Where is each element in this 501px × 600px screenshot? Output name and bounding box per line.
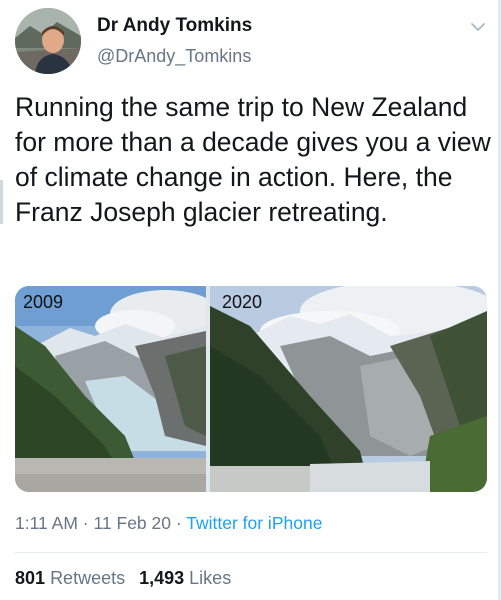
retweets-count: 801 xyxy=(15,568,46,588)
likes-count: 1,493 xyxy=(139,568,185,588)
glacier-photo-2020[interactable]: 2020 xyxy=(210,286,487,492)
author-handle[interactable]: @DrAndy_Tomkins xyxy=(97,46,251,67)
photo-year-label-2020: 2020 xyxy=(222,292,263,312)
glacier-2009-image xyxy=(15,286,206,492)
avatar[interactable] xyxy=(15,8,81,74)
tweet-media[interactable]: 2009 2020 xyxy=(15,286,487,492)
retweets-label: Retweets xyxy=(50,568,126,588)
tweet-time[interactable]: 1:11 AM xyxy=(15,513,78,533)
tweet-meta: 1:11 AM · 11 Feb 20 · Twitter for iPhone xyxy=(15,513,322,534)
likes-stat[interactable]: 1,493 Likes xyxy=(139,568,231,588)
glacier-photo-2009[interactable]: 2009 xyxy=(15,286,206,492)
tweet-header: Dr Andy Tomkins @DrAndy_Tomkins xyxy=(15,8,487,74)
tweet-text: Running the same trip to New Zealand for… xyxy=(15,92,491,227)
glacier-2020-image xyxy=(210,286,487,492)
chevron-down-icon[interactable] xyxy=(469,18,487,36)
tweet-stats: 801 Retweets 1,493 Likes xyxy=(15,568,231,589)
meta-separator: · xyxy=(77,513,94,533)
photo-year-label-2009: 2009 xyxy=(23,292,64,312)
author-name[interactable]: Dr Andy Tomkins xyxy=(97,15,252,37)
retweets-stat[interactable]: 801 Retweets xyxy=(15,568,125,588)
divider xyxy=(15,552,487,553)
tweet-date[interactable]: 11 Feb 20 xyxy=(93,513,171,533)
left-edge-bar xyxy=(0,180,3,224)
meta-separator: · xyxy=(171,513,187,533)
tweet-source-link[interactable]: Twitter for iPhone xyxy=(186,513,322,533)
avatar-photo xyxy=(15,8,81,74)
likes-label: Likes xyxy=(189,568,232,588)
